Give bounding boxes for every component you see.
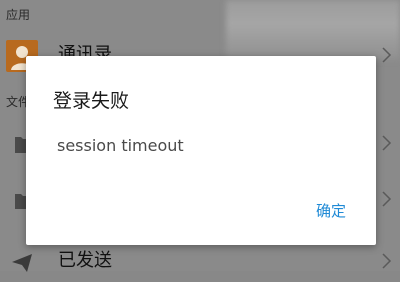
confirm-button[interactable]: 确定 (316, 201, 346, 221)
login-failed-dialog: 登录失败 session timeout 确定 (26, 56, 376, 245)
list-item-sent[interactable]: 已发送 (0, 242, 400, 282)
chevron-right-icon (382, 191, 392, 207)
chevron-right-icon (382, 253, 392, 269)
section-label-apps: 应用 (6, 8, 31, 22)
dialog-message: session timeout (57, 136, 184, 155)
chevron-right-icon (382, 135, 392, 151)
send-paper-plane-icon (12, 254, 32, 272)
list-item-label: 已发送 (58, 250, 112, 271)
chevron-right-icon (382, 47, 392, 63)
dialog-title: 登录失败 (53, 90, 130, 112)
